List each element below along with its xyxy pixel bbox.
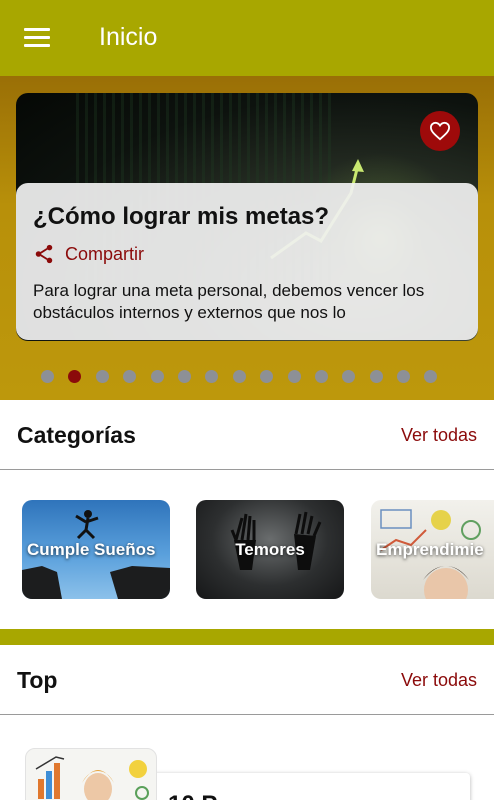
carousel-dot[interactable]	[369, 370, 383, 383]
top-header: Top Ver todas	[0, 645, 494, 715]
carousel-dot[interactable]	[205, 370, 219, 383]
hero-title: ¿Cómo lograr mis metas?	[33, 203, 330, 230]
heart-icon	[429, 121, 451, 141]
carousel-dot[interactable]	[260, 370, 274, 383]
categories-header: Categorías Ver todas	[0, 400, 494, 470]
share-button[interactable]: Compartir	[33, 243, 144, 265]
page-title: Inicio	[99, 23, 158, 51]
carousel-dot[interactable]	[41, 370, 54, 383]
menu-icon-line	[24, 28, 50, 31]
app-bar: Inicio	[0, 0, 494, 76]
top-see-all-link[interactable]: Ver todas	[401, 670, 477, 691]
carousel-dot[interactable]	[397, 370, 411, 383]
section-divider-band	[0, 629, 494, 645]
carousel-dot[interactable]	[232, 370, 246, 383]
top-item-card[interactable]: 10 P	[150, 773, 470, 800]
carousel-dot[interactable]	[287, 370, 301, 383]
business-doodle-thumbnail	[35, 756, 149, 800]
category-label: Temores	[235, 540, 305, 559]
top-title: Top	[17, 667, 58, 693]
category-card-temores[interactable]: Temores	[196, 500, 344, 599]
category-label: Cumple Sueños	[27, 540, 156, 559]
hero-card[interactable]: ¿Cómo lograr mis metas? Compartir Para l…	[16, 183, 478, 340]
category-card-cumple-suenos[interactable]: Cumple Sueños	[22, 500, 170, 599]
carousel-dot[interactable]	[123, 370, 137, 383]
top-item-thumbnail[interactable]	[25, 748, 157, 800]
carousel-dot[interactable]	[424, 370, 438, 383]
carousel-dot[interactable]	[95, 370, 109, 383]
top-item-title: 10 P	[168, 791, 217, 800]
menu-icon-line	[24, 44, 50, 47]
hero-description: Para lograr una meta personal, debemos v…	[33, 281, 425, 322]
menu-icon[interactable]	[24, 28, 52, 48]
menu-icon-line	[24, 36, 50, 39]
favorite-button[interactable]	[420, 111, 460, 151]
categories-title: Categorías	[17, 422, 136, 448]
carousel-dot[interactable]	[314, 370, 328, 383]
carousel-indicator	[41, 370, 452, 383]
carousel-dot[interactable]	[342, 370, 356, 383]
carousel-dot-active[interactable]	[68, 370, 82, 383]
categories-list: Cumple Sueños Temores Emprendimie	[0, 471, 494, 629]
category-label: Emprendimie	[376, 540, 484, 559]
carousel-dot[interactable]	[177, 370, 191, 383]
share-icon	[35, 244, 53, 264]
carousel-dot[interactable]	[150, 370, 164, 383]
share-label: Compartir	[65, 243, 145, 264]
categories-see-all-link[interactable]: Ver todas	[401, 425, 477, 446]
category-card-emprendimiento[interactable]: Emprendimie	[371, 500, 494, 599]
